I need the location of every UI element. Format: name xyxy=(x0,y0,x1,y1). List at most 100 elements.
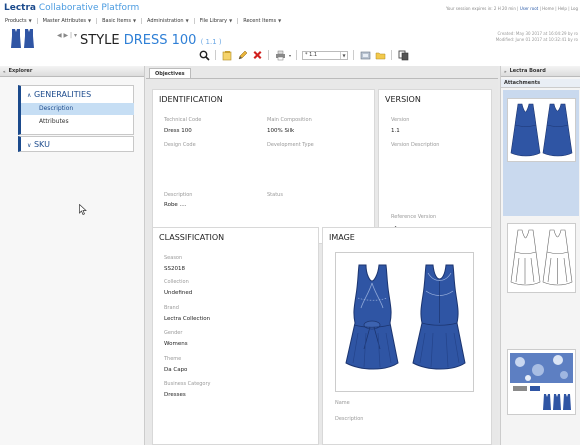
style-thumbnail[interactable] xyxy=(10,28,36,50)
menu-recent-items[interactable]: Recent Items ▼ xyxy=(238,18,286,24)
gender-value: Womens xyxy=(164,341,188,347)
chevron-down-icon[interactable]: ▾ xyxy=(289,53,291,58)
explorer-header[interactable]: « Explorer xyxy=(0,66,144,77)
technical-code-value: Dress 100 xyxy=(164,128,192,134)
menu-products[interactable]: Products ▼ xyxy=(0,18,38,24)
menu-administration[interactable]: Administration ▼ xyxy=(142,18,195,24)
nav-item-attributes[interactable]: Attributes xyxy=(21,116,134,128)
mouse-cursor-icon xyxy=(79,204,87,215)
development-type-label: Development Type xyxy=(267,142,314,148)
session-timer: Your session expires in: 2 H 20 min | xyxy=(445,6,519,11)
properties-icon xyxy=(222,50,231,60)
identification-title: IDENTIFICATION xyxy=(159,95,223,104)
user-link[interactable]: User root xyxy=(520,6,538,11)
version-select-value: * 1.1 xyxy=(305,52,318,58)
attachment-item[interactable] xyxy=(503,90,579,216)
chevron-down-icon: ▼ xyxy=(229,18,233,23)
version-title: VERSION xyxy=(385,95,421,104)
page-title: STYLE DRESS 100 ( 1.1 ) xyxy=(80,33,222,48)
reference-version-label: Reference Version xyxy=(391,214,437,220)
chevron-down-icon: ▼ xyxy=(185,18,189,23)
chevron-down-icon: ▼ xyxy=(278,18,282,23)
copy-button[interactable] xyxy=(397,49,409,61)
session-info: Your session expires in: 2 H 20 min | Us… xyxy=(445,6,578,11)
classification-card: CLASSIFICATION Season SS2018 Collection … xyxy=(152,227,319,445)
image-title: IMAGE xyxy=(329,233,355,242)
dress-front xyxy=(345,264,399,370)
main-composition-value: 100% Silk xyxy=(267,128,295,134)
generalities-toggle[interactable]: ∧ GENERALITIES xyxy=(27,90,91,99)
dress-color-thumbnail xyxy=(510,103,573,157)
mood-board-thumbnail xyxy=(510,353,573,410)
collapse-icon[interactable]: « xyxy=(3,69,6,74)
attachments-header: Attachments xyxy=(501,79,580,88)
logout-link[interactable]: Log xyxy=(571,6,578,11)
menu-master-attributes[interactable]: Master Attributes ▼ xyxy=(38,18,98,24)
folder-button[interactable] xyxy=(374,49,386,61)
identification-card: IDENTIFICATION Technical Code Dress 100 … xyxy=(152,89,375,244)
printer-icon xyxy=(275,50,285,60)
season-label: Season xyxy=(164,255,183,261)
generalities-label: GENERALITIES xyxy=(33,90,92,99)
style-image-frame[interactable] xyxy=(335,252,474,392)
toolbar-divider xyxy=(215,50,216,60)
collection-label: Collection xyxy=(164,279,189,285)
menu-basic-items[interactable]: Basic Items ▼ xyxy=(97,18,143,24)
compare-icon xyxy=(360,51,370,59)
version-description-label: Version Description xyxy=(391,142,440,148)
image-description-label: Description xyxy=(335,416,364,422)
season-value: SS2018 xyxy=(164,266,185,272)
image-card: IMAGE Name Description xyxy=(322,227,492,445)
sku-label: SKU xyxy=(33,140,50,149)
attachment-item[interactable] xyxy=(503,346,579,416)
print-button[interactable] xyxy=(274,49,286,61)
toolbar-divider xyxy=(391,50,393,60)
version-card: VERSION Version 1.1 Version Description … xyxy=(378,89,492,244)
version-nav-arrows[interactable]: ◀ ▶ | ▾ xyxy=(57,32,77,39)
business-category-label: Business Category xyxy=(164,381,211,387)
generalities-section: ∧ GENERALITIES Description Attributes xyxy=(18,85,134,135)
attachment-thumbnail[interactable] xyxy=(507,98,576,162)
attachment-thumbnail[interactable] xyxy=(507,349,576,415)
board-title: Lectra Board xyxy=(509,68,546,74)
nav-item-description[interactable]: Description xyxy=(21,103,134,115)
lectra-board-panel: » Lectra Board Attachments xyxy=(500,66,580,445)
compare-button[interactable] xyxy=(359,49,371,61)
menu-file-library[interactable]: File Library ▼ xyxy=(195,18,239,24)
theme-label: Theme xyxy=(164,356,182,362)
attachment-item[interactable] xyxy=(503,218,579,343)
toolbar-divider xyxy=(353,50,355,60)
menu-label: Products xyxy=(5,18,27,24)
search-button[interactable] xyxy=(198,49,210,61)
delete-button[interactable] xyxy=(251,49,263,61)
image-name-label: Name xyxy=(335,400,350,406)
style-prefix: STYLE xyxy=(80,33,120,48)
modified-info: Modified: June 01 2017 at 10:32:41 by ro xyxy=(495,37,578,42)
home-link[interactable]: Home xyxy=(542,6,554,11)
version-select[interactable]: * 1.1 ▼ xyxy=(302,50,349,60)
business-category-value: Dresses xyxy=(164,392,186,398)
help-link[interactable]: Help xyxy=(558,6,567,11)
theme-value: Da Capo xyxy=(164,367,188,373)
sku-section[interactable]: ∨ SKU xyxy=(18,136,134,152)
dress-sketch-thumbnail xyxy=(510,229,573,286)
chevron-up-icon: ∧ xyxy=(27,92,32,99)
attachment-thumbnail[interactable] xyxy=(507,223,576,293)
menu-label: Administration xyxy=(147,18,184,24)
properties-button[interactable] xyxy=(221,49,233,61)
main-menu: Products ▼ Master Attributes ▼ Basic Items… xyxy=(0,15,286,27)
delete-icon xyxy=(253,50,261,59)
version-value: 1.1 xyxy=(391,128,400,134)
board-header[interactable]: » Lectra Board xyxy=(501,66,580,77)
search-icon xyxy=(199,50,210,61)
audit-info: Created: May 30 2017 at 16:04:29 by ro M… xyxy=(496,31,578,43)
edit-button[interactable] xyxy=(236,49,248,61)
sku-toggle[interactable]: ∨ SKU xyxy=(27,140,50,149)
toolbar-divider xyxy=(296,50,298,60)
expand-icon[interactable]: » xyxy=(504,69,507,74)
menu-label: Master Attributes xyxy=(42,18,87,24)
collection-value: Undefined xyxy=(164,290,193,296)
chevron-down-icon: ∨ xyxy=(27,142,32,149)
version-label: Version xyxy=(391,117,410,123)
brand-subtitle: Collaborative Platform xyxy=(38,3,140,13)
